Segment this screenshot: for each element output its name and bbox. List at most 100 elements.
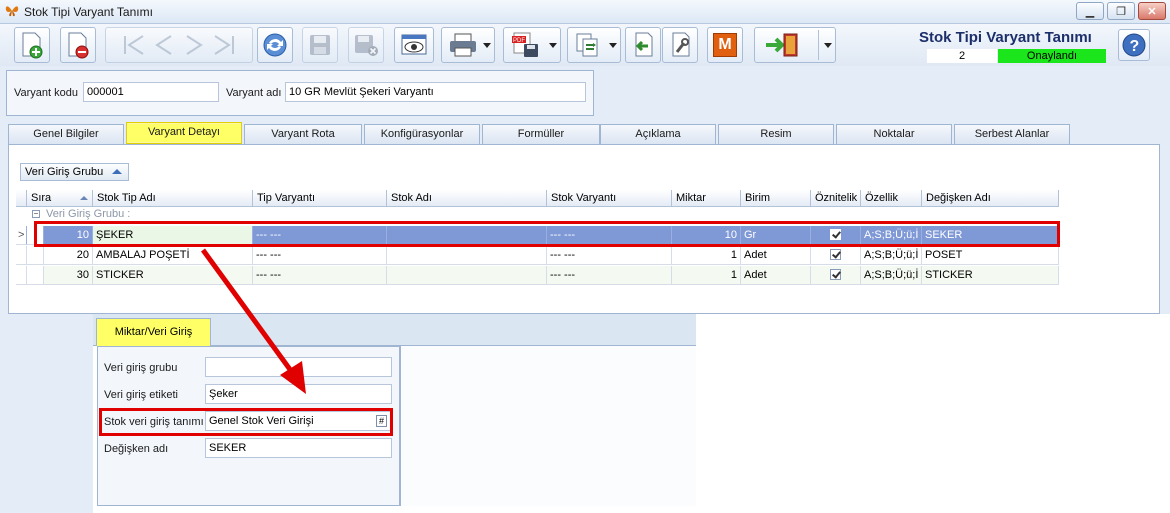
cell-ozellik[interactable]: A;S;B;Ü;ü;İ	[861, 246, 922, 265]
cell-tip-varyanti[interactable]: --- ---	[253, 226, 387, 245]
tab-noktalar[interactable]: Noktalar	[836, 124, 952, 144]
checkbox-checked-icon[interactable]	[830, 269, 841, 280]
veri-giris-etiketi-input[interactable]: Şeker	[205, 384, 392, 404]
table-row[interactable]: 20 AMBALAJ POŞETİ --- --- --- --- 1 Adet…	[16, 246, 1059, 265]
variant-name-input[interactable]: 10 GR Mevlüt Şekeri Varyantı	[285, 82, 586, 102]
lookup-button[interactable]: #	[376, 415, 387, 427]
degisken-adi-input[interactable]: SEKER	[205, 438, 392, 458]
cell-oznitelik[interactable]	[811, 246, 861, 265]
cell-stok-tip-adi[interactable]: AMBALAJ POŞETİ	[93, 246, 253, 265]
previous-icon[interactable]	[149, 32, 179, 58]
cell-stok-adi[interactable]	[387, 266, 547, 285]
tab-resim[interactable]: Resim	[718, 124, 834, 144]
next-icon[interactable]	[179, 32, 209, 58]
column-header-miktar[interactable]: Miktar	[672, 190, 741, 207]
cell-tip-varyanti[interactable]: --- ---	[253, 246, 387, 265]
variant-code-input[interactable]: 000001	[83, 82, 219, 102]
cell-miktar[interactable]: 1	[672, 246, 741, 265]
column-header-birim[interactable]: Birim	[741, 190, 811, 207]
chevron-down-icon[interactable]	[824, 43, 832, 48]
preview-button[interactable]	[394, 27, 434, 63]
refresh-button[interactable]	[257, 27, 293, 63]
save-button[interactable]	[302, 27, 338, 63]
cell-miktar[interactable]: 1	[672, 266, 741, 285]
column-header-sira[interactable]: Sıra	[27, 190, 93, 207]
cell-stok-tip-adi[interactable]: ŞEKER	[93, 226, 253, 245]
sort-up-icon	[112, 169, 122, 174]
column-header-stok-adi[interactable]: Stok Adı	[387, 190, 547, 207]
cell-stok-varyanti[interactable]: --- ---	[547, 246, 672, 265]
tab-varyant-detayi[interactable]: Varyant Detayı	[126, 122, 242, 144]
minimize-button[interactable]: ▁	[1076, 2, 1104, 20]
cell-stok-varyanti[interactable]: --- ---	[547, 226, 672, 245]
veri-giris-grubu-input[interactable]	[205, 357, 392, 377]
preview-icon	[401, 34, 427, 55]
close-icon: ✕	[1147, 5, 1157, 18]
save-close-button[interactable]	[348, 27, 384, 63]
copy-button[interactable]	[567, 27, 621, 63]
save-icon	[310, 35, 330, 55]
exit-button[interactable]	[754, 27, 836, 63]
cell-degisken-adi[interactable]: STICKER	[922, 266, 1059, 285]
chevron-down-icon[interactable]	[549, 43, 557, 48]
table-row[interactable]: 30 STICKER --- --- --- --- 1 Adet A;S;B;…	[16, 266, 1059, 285]
restore-button[interactable]: ❐	[1107, 2, 1135, 20]
close-button[interactable]: ✕	[1138, 2, 1166, 20]
cell-birim[interactable]: Adet	[741, 246, 811, 265]
cell-birim[interactable]: Gr	[741, 226, 811, 245]
tab-konfigurasyonlar[interactable]: Konfigürasyonlar	[364, 124, 480, 144]
tab-miktar-veri-giris[interactable]: Miktar/Veri Giriş	[96, 318, 211, 346]
stok-veri-giris-tanimi-input[interactable]: Genel Stok Veri Girişi	[205, 411, 392, 431]
column-header-stok-varyanti[interactable]: Stok Varyantı	[547, 190, 672, 207]
cell-oznitelik[interactable]	[811, 226, 861, 245]
chevron-down-icon[interactable]	[609, 43, 617, 48]
chevron-down-icon[interactable]	[483, 43, 491, 48]
m-button[interactable]: M	[707, 27, 743, 63]
column-header-oznitelik[interactable]: Öznitelik	[811, 190, 861, 207]
cell-ozellik[interactable]: A;S;B;Ü;ü;İ	[861, 266, 922, 285]
column-header-degisken-adi[interactable]: Değişken Adı	[922, 190, 1059, 207]
cell-stok-adi[interactable]	[387, 246, 547, 265]
cell-sira[interactable]: 10	[44, 226, 93, 245]
cell-ozellik[interactable]: A;S;B;Ü;ü;İ	[861, 226, 922, 245]
tab-aciklama[interactable]: Açıklama	[600, 124, 716, 144]
last-icon[interactable]	[209, 32, 239, 58]
cell-tip-varyanti[interactable]: --- ---	[253, 266, 387, 285]
cell-degisken-adi[interactable]: POSET	[922, 246, 1059, 265]
column-header-stok-tip-adi[interactable]: Stok Tip Adı	[93, 190, 253, 207]
column-header-ozellik[interactable]: Özellik	[861, 190, 922, 207]
group-row[interactable]: − Veri Giriş Grubu :	[16, 207, 1059, 221]
cell-miktar[interactable]: 10	[672, 226, 741, 245]
cell-stok-varyanti[interactable]: --- ---	[547, 266, 672, 285]
tab-genel-bilgiler[interactable]: Genel Bilgiler	[8, 124, 124, 144]
cell-oznitelik[interactable]	[811, 266, 861, 285]
tools-icon	[672, 32, 690, 57]
checkbox-checked-icon[interactable]	[830, 249, 841, 260]
print-button[interactable]	[441, 27, 495, 63]
cell-birim[interactable]: Adet	[741, 266, 811, 285]
group-by-button[interactable]: Veri Giriş Grubu	[20, 163, 129, 181]
collapse-icon[interactable]: −	[32, 210, 40, 218]
cell-sira[interactable]: 20	[44, 246, 93, 265]
tab-varyant-rota[interactable]: Varyant Rota	[244, 124, 362, 144]
row-group-indent	[27, 246, 44, 265]
new-icon	[22, 32, 43, 59]
tools-button[interactable]	[662, 27, 698, 63]
cell-stok-tip-adi[interactable]: STICKER	[93, 266, 253, 285]
cell-stok-adi[interactable]	[387, 226, 547, 245]
checkbox-checked-icon[interactable]	[830, 229, 841, 240]
import-button[interactable]	[625, 27, 661, 63]
help-icon: ?	[1122, 33, 1146, 57]
cell-degisken-adi[interactable]: SEKER	[922, 226, 1059, 245]
column-header-tip-varyanti[interactable]: Tip Varyantı	[253, 190, 387, 207]
new-button[interactable]	[14, 27, 50, 63]
svg-text:PDF: PDF	[513, 38, 525, 44]
table-row[interactable]: > 10 ŞEKER --- --- --- --- 10 Gr A;S;B;Ü…	[16, 226, 1059, 245]
help-button[interactable]: ?	[1118, 29, 1150, 61]
first-icon[interactable]	[119, 32, 149, 58]
delete-button[interactable]	[60, 27, 96, 63]
pdf-export-button[interactable]: PDF	[503, 27, 561, 63]
tab-serbest-alanlar[interactable]: Serbest Alanlar	[954, 124, 1070, 144]
cell-sira[interactable]: 30	[44, 266, 93, 285]
tab-formuller[interactable]: Formüller	[482, 124, 600, 144]
